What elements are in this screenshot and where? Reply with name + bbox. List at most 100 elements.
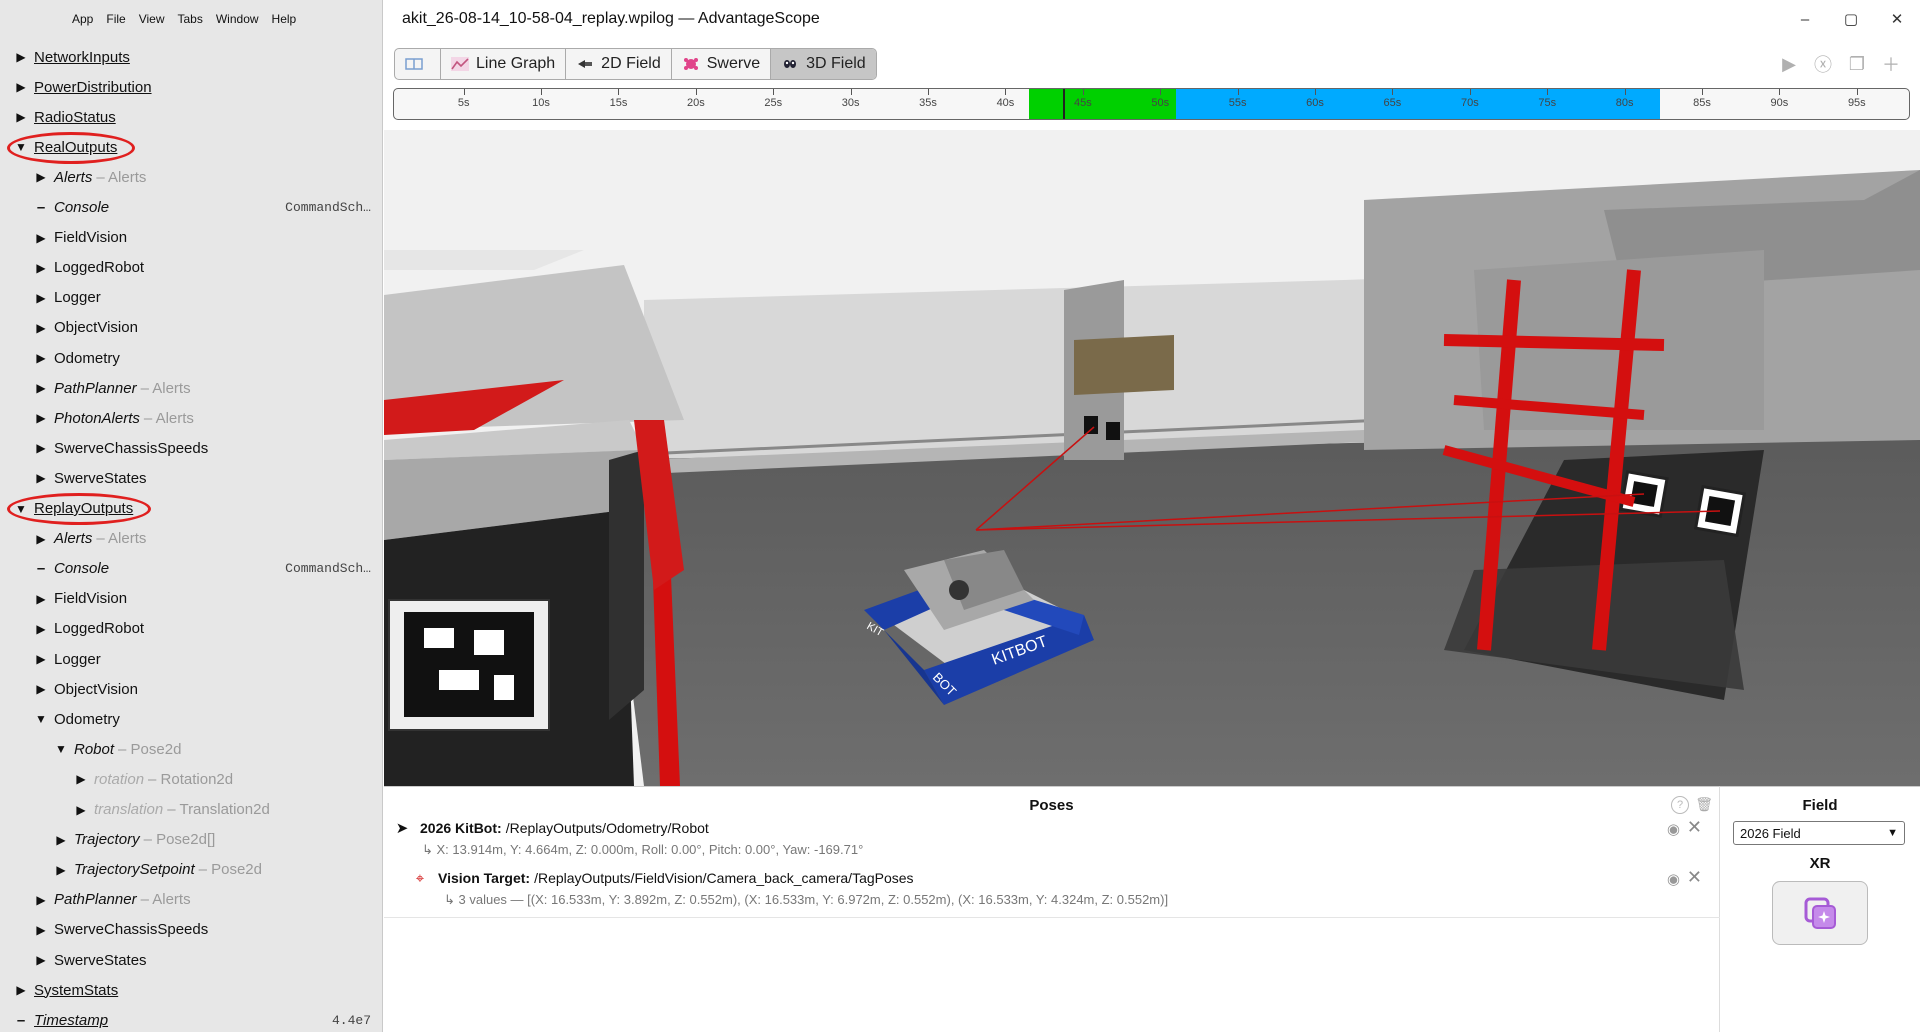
collapsed-arrow-icon[interactable]: ▶ — [34, 532, 48, 546]
collapsed-arrow-icon[interactable]: ▶ — [34, 351, 48, 365]
tree-item[interactable]: ▶ ObjectVision — [0, 674, 382, 704]
pose-entry-robot[interactable]: ➤ 2026 KitBot: /ReplayOutputs/Odometry/R… — [392, 817, 1712, 861]
menu-tabs[interactable]: Tabs — [178, 12, 203, 26]
tree-item[interactable]: ▶ FieldVision — [0, 223, 382, 253]
collapsed-arrow-icon[interactable]: ▶ — [74, 772, 88, 786]
expanded-arrow-icon[interactable]: ▼ — [14, 502, 28, 516]
menu-window[interactable]: Window — [216, 12, 259, 26]
tree-item[interactable]: ▶ LoggedRobot — [0, 253, 382, 283]
close-window-button[interactable]: ✕ — [1874, 0, 1920, 38]
collapsed-arrow-icon[interactable]: ▶ — [34, 231, 48, 245]
tree-item[interactable]: ▼ RealOutputs — [0, 132, 382, 162]
tree-item[interactable]: ▼ Odometry — [0, 704, 382, 734]
expanded-arrow-icon[interactable]: ▼ — [34, 712, 48, 726]
tree-item[interactable]: ▶ Alerts – Alerts — [0, 524, 382, 554]
collapsed-arrow-icon[interactable]: ▶ — [34, 923, 48, 937]
eye-icon[interactable]: ◉ — [1667, 820, 1680, 838]
collapsed-arrow-icon[interactable]: ▶ — [34, 893, 48, 907]
tree-item[interactable]: ▶ PathPlanner – Alerts — [0, 373, 382, 403]
expanded-arrow-icon[interactable]: ▼ — [54, 742, 68, 756]
collapsed-arrow-icon[interactable]: ▶ — [34, 622, 48, 636]
collapsed-arrow-icon[interactable]: ▶ — [34, 321, 48, 335]
tree-item[interactable]: ▶ ObjectVision — [0, 313, 382, 343]
tab-swerve[interactable]: Swerve — [672, 49, 772, 79]
tree-item[interactable]: ▶ Odometry — [0, 343, 382, 373]
collapsed-arrow-icon[interactable]: ▶ — [14, 80, 28, 94]
tree-item[interactable]: ▶ Logger — [0, 644, 382, 674]
leaf-dash-icon[interactable]: – — [34, 199, 48, 216]
collapsed-arrow-icon[interactable]: ▶ — [14, 110, 28, 124]
timeline-cursor[interactable] — [1062, 89, 1065, 119]
collapsed-arrow-icon[interactable]: ▶ — [74, 803, 88, 817]
tree-item[interactable]: ▶ Alerts – Alerts — [0, 162, 382, 192]
tab-3d-field[interactable]: 3D Field — [771, 49, 876, 79]
expanded-arrow-icon[interactable]: ▼ — [14, 140, 28, 154]
collapsed-arrow-icon[interactable]: ▶ — [34, 592, 48, 606]
field-select[interactable]: 2026 Field ▼ — [1733, 821, 1905, 845]
collapsed-arrow-icon[interactable]: ▶ — [34, 652, 48, 666]
leaf-dash-icon[interactable]: – — [34, 560, 48, 577]
tree-item[interactable]: ▶ SwerveChassisSpeeds — [0, 915, 382, 945]
tree-item[interactable]: ▶ rotation – Rotation2d — [0, 764, 382, 794]
tree-item-value: 4.4e7 — [331, 1012, 371, 1028]
tab-line-graph[interactable]: Line Graph — [441, 49, 567, 79]
trash-icon[interactable]: 🗑 — [1695, 796, 1713, 813]
tree-item[interactable]: – Timestamp 4.4e7 — [0, 1005, 382, 1032]
collapsed-arrow-icon[interactable]: ▶ — [34, 381, 48, 395]
collapsed-arrow-icon[interactable]: ▶ — [34, 471, 48, 485]
3d-field-viewport[interactable]: KITBOT KIT BOT — [384, 130, 1920, 786]
tree-item[interactable]: ▶ NetworkInputs — [0, 42, 382, 72]
tree-item[interactable]: ▼ ReplayOutputs — [0, 494, 382, 524]
eye-icon[interactable]: ◉ — [1667, 870, 1680, 888]
field-title: Field — [1802, 797, 1838, 814]
tab-2d-field[interactable]: 2D Field — [566, 49, 672, 79]
collapsed-arrow-icon[interactable]: ▶ — [34, 682, 48, 696]
tree-item[interactable]: – Console CommandSch… — [0, 554, 382, 584]
remove-pose-icon[interactable]: ✕ — [1687, 867, 1702, 888]
add-tab-icon[interactable]: ＋ — [1874, 50, 1908, 78]
help-icon[interactable]: ? — [1671, 796, 1689, 814]
maximize-button[interactable]: ▢ — [1828, 0, 1874, 38]
collapsed-arrow-icon[interactable]: ▶ — [34, 441, 48, 455]
collapsed-arrow-icon[interactable]: ▶ — [54, 833, 68, 847]
tree-item-label: SwerveChassisSpeeds — [54, 921, 209, 939]
popup-icon[interactable]: ❐ — [1840, 50, 1874, 78]
collapsed-arrow-icon[interactable]: ▶ — [34, 170, 48, 184]
tree-item[interactable]: ▶ PowerDistribution — [0, 72, 382, 102]
tree-item[interactable]: – Console CommandSch… — [0, 193, 382, 223]
tree-item[interactable]: ▶ SwerveChassisSpeeds — [0, 433, 382, 463]
tree-item[interactable]: ▼ Robot – Pose2d — [0, 734, 382, 764]
collapsed-arrow-icon[interactable]: ▶ — [54, 863, 68, 877]
pose-entry-vision[interactable]: ⌖ Vision Target: /ReplayOutputs/FieldVis… — [392, 867, 1712, 911]
menu-file[interactable]: File — [106, 12, 125, 26]
tree-item[interactable]: ▶ TrajectorySetpoint – Pose2d — [0, 855, 382, 885]
tab-documentation[interactable] — [395, 49, 441, 79]
menu-view[interactable]: View — [139, 12, 165, 26]
xr-button[interactable] — [1772, 881, 1868, 945]
collapsed-arrow-icon[interactable]: ▶ — [34, 953, 48, 967]
tree-item[interactable]: ▶ SystemStats — [0, 975, 382, 1005]
tree-item[interactable]: ▶ PathPlanner – Alerts — [0, 885, 382, 915]
tree-item[interactable]: ▶ LoggedRobot — [0, 614, 382, 644]
tree-item[interactable]: ▶ SwerveStates — [0, 945, 382, 975]
minimize-button[interactable]: – — [1782, 0, 1828, 38]
tree-item[interactable]: ▶ translation – Translation2d — [0, 795, 382, 825]
collapsed-arrow-icon[interactable]: ▶ — [14, 50, 28, 64]
play-icon[interactable]: ▶ — [1772, 50, 1806, 78]
menu-help[interactable]: Help — [272, 12, 297, 26]
timeline[interactable]: 5s 10s 15s 20s 25s 30s 35s 40s 45s 50s 55s 60s 65s 70… — [393, 88, 1910, 120]
tree-item[interactable]: ▶ PhotonAlerts – Alerts — [0, 403, 382, 433]
tree-item[interactable]: ▶ FieldVision — [0, 584, 382, 614]
tree-item[interactable]: ▶ Logger — [0, 283, 382, 313]
close-tab-icon[interactable]: ⓧ — [1806, 50, 1840, 78]
tree-item[interactable]: ▶ RadioStatus — [0, 102, 382, 132]
remove-pose-icon[interactable]: ✕ — [1687, 817, 1702, 838]
leaf-dash-icon[interactable]: – — [14, 1012, 28, 1029]
tree-item[interactable]: ▶ Trajectory – Pose2d[] — [0, 825, 382, 855]
menu-app[interactable]: App — [72, 12, 93, 26]
collapsed-arrow-icon[interactable]: ▶ — [34, 411, 48, 425]
collapsed-arrow-icon[interactable]: ▶ — [34, 291, 48, 305]
collapsed-arrow-icon[interactable]: ▶ — [14, 983, 28, 997]
collapsed-arrow-icon[interactable]: ▶ — [34, 261, 48, 275]
tree-item[interactable]: ▶ SwerveStates — [0, 463, 382, 493]
